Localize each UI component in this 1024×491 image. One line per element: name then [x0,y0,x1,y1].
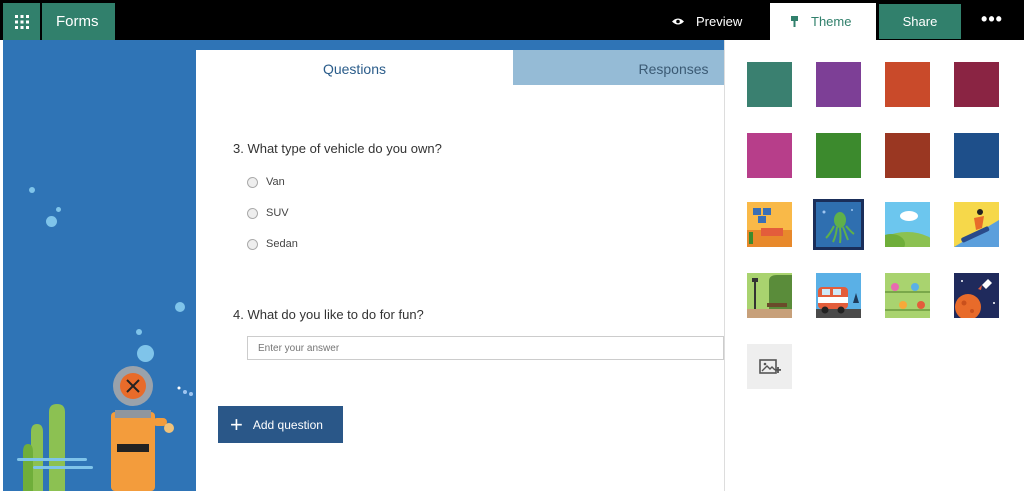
add-image-icon [758,358,781,374]
office-desk-icon [747,202,792,247]
question-title: 4. What do you like to do for fun? [233,307,424,322]
theme-color-swatch[interactable] [816,133,861,178]
theme-image-science-flasks[interactable] [885,273,930,318]
top-bar: Forms Preview Theme Share ••• [0,0,1024,40]
option-label: SUV [266,207,289,219]
theme-color-swatch[interactable] [747,133,792,178]
camper-van-icon [816,273,861,318]
upload-image-button[interactable] [747,344,792,389]
more-options-button[interactable]: ••• [972,3,1012,40]
octopus-icon [816,202,861,247]
option-label: Van [266,176,285,188]
theme-image-octopus-underwater[interactable] [813,199,864,250]
preview-button[interactable]: Preview [672,3,742,40]
theme-color-swatch[interactable] [747,62,792,107]
cloud-hills-icon [885,202,930,247]
theme-image-snowboarder[interactable] [954,202,999,247]
theme-color-swatch[interactable] [954,133,999,178]
radio-button[interactable] [247,238,258,250]
radio-option-sedan[interactable]: Sedan [247,238,298,250]
answer-input[interactable] [247,336,724,360]
add-question-label: Add question [252,417,323,432]
tab-questions[interactable]: Questions [196,50,513,85]
plus-icon: + [230,411,243,437]
option-label: Sedan [266,238,298,250]
theme-label: Theme [811,14,852,29]
paint-brush-icon [791,15,798,27]
eye-icon [672,18,684,25]
theme-panel [724,40,1024,491]
theme-image-park-lamp[interactable] [747,273,792,318]
park-lamp-icon [747,273,792,318]
question-title: 3. What type of vehicle do you own? [233,141,442,156]
preview-label: Preview [696,14,743,29]
seaweed-and-diver-illustration [17,366,193,491]
theme-color-swatch[interactable] [954,62,999,107]
tab-responses[interactable]: Responses [513,50,724,85]
theme-color-swatch[interactable] [885,133,930,178]
waffle-icon [14,14,29,29]
theme-image-space-rocket[interactable] [954,273,999,318]
theme-image-office-desk[interactable] [747,202,792,247]
space-rocket-icon [954,273,999,318]
form-card: Questions Responses 3. What type of vehi… [196,50,724,491]
radio-button[interactable] [247,176,258,188]
theme-color-swatch[interactable] [885,62,930,107]
app-launcher-button[interactable] [3,3,40,40]
theme-color-swatch[interactable] [816,62,861,107]
theme-image-camper-van[interactable] [816,273,861,318]
add-question-button[interactable]: + Add question [218,406,343,443]
radio-button[interactable] [247,207,258,219]
theme-button[interactable]: Theme [770,3,876,40]
radio-option-van[interactable]: Van [247,176,285,188]
app-name[interactable]: Forms [42,3,115,40]
snowboarder-icon [954,202,999,247]
science-flasks-icon [885,273,930,318]
theme-image-cloud-hills[interactable] [885,202,930,247]
share-button[interactable]: Share [879,4,961,39]
radio-option-suv[interactable]: SUV [247,207,289,219]
